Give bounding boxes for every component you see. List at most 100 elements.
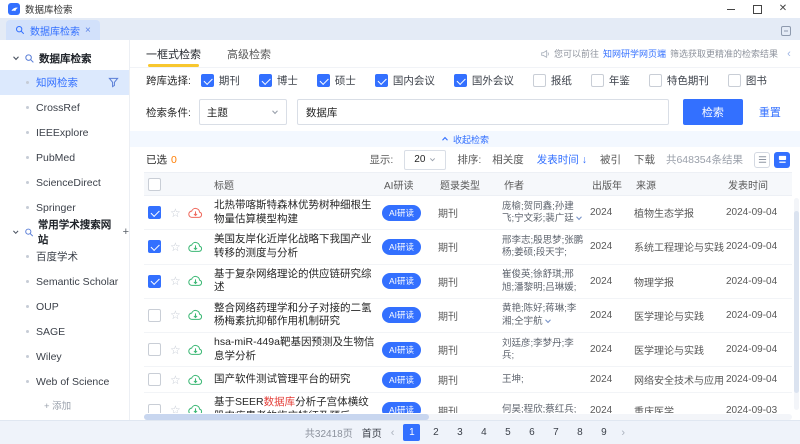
ai-read-badge[interactable]: AI研读	[382, 273, 421, 289]
ai-read-badge[interactable]: AI研读	[382, 372, 421, 388]
ai-read-badge[interactable]: AI研读	[382, 205, 421, 221]
ai-read-badge[interactable]: AI研读	[382, 402, 421, 413]
ai-read-badge[interactable]: AI研读	[382, 342, 421, 358]
close-window-icon[interactable]: ✕	[778, 4, 788, 14]
row-title[interactable]: 整合网络药理学和分子对接的二氢杨梅素抗抑郁作用机制研究	[212, 299, 382, 332]
sidebar-item-pubmed[interactable]: PubMed	[0, 145, 129, 170]
sidebar-item-ieeexplore[interactable]: IEEExplore	[0, 120, 129, 145]
page-button-6[interactable]: 6	[523, 424, 540, 441]
filter-特色期刊[interactable]: 特色期刊	[649, 73, 709, 88]
collapse-right-panel-icon[interactable]: ‹	[782, 44, 796, 64]
page-button-2[interactable]: 2	[427, 424, 444, 441]
filter-icon[interactable]	[108, 77, 119, 88]
sidebar-item-sciencedirect[interactable]: ScienceDirect	[0, 170, 129, 195]
filter-报纸[interactable]: 报纸	[533, 73, 572, 88]
sidebar-add-button[interactable]: + 添加	[0, 394, 129, 416]
cnki-web-link[interactable]: 知网研学网页端	[603, 47, 666, 60]
tab-advanced-search[interactable]: 高级检索	[227, 40, 271, 68]
checkbox[interactable]	[375, 74, 388, 87]
star-icon[interactable]: ☆	[170, 240, 181, 254]
download-cloud-icon[interactable]	[188, 374, 203, 386]
filter-期刊[interactable]: 期刊	[201, 73, 240, 88]
page-button-3[interactable]: 3	[451, 424, 468, 441]
tab-close-icon[interactable]: ×	[85, 25, 91, 36]
filter-国外会议[interactable]: 国外会议	[454, 73, 514, 88]
filter-年鉴[interactable]: 年鉴	[591, 73, 630, 88]
download-cloud-icon[interactable]	[188, 275, 203, 287]
row-checkbox[interactable]	[148, 373, 161, 386]
sidebar-item-wiley[interactable]: Wiley	[0, 344, 129, 369]
download-cloud-icon[interactable]	[188, 309, 203, 321]
checkbox[interactable]	[259, 74, 272, 87]
card-view-icon[interactable]	[774, 152, 790, 168]
select-all-checkbox[interactable]	[148, 178, 161, 191]
sort-option-相关度[interactable]: 相关度	[492, 152, 524, 167]
row-title[interactable]: 基于复杂网络理论的供应链研究综述	[212, 265, 382, 298]
page-button-7[interactable]: 7	[547, 424, 564, 441]
sidebar-item-oup[interactable]: OUP	[0, 294, 129, 319]
download-cloud-icon[interactable]	[188, 344, 203, 356]
row-checkbox[interactable]	[148, 309, 161, 322]
row-checkbox[interactable]	[148, 404, 161, 413]
row-checkbox[interactable]	[148, 343, 161, 356]
star-icon[interactable]: ☆	[170, 373, 181, 387]
checkbox[interactable]	[591, 74, 604, 87]
search-button[interactable]: 检索	[683, 99, 743, 125]
checkbox[interactable]	[728, 74, 741, 87]
row-title[interactable]: 北热带喀斯特森林优势树种细根生物量估算模型构建	[212, 196, 382, 229]
vertical-scrollbar[interactable]	[794, 198, 799, 410]
filter-硕士[interactable]: 硕士	[317, 73, 356, 88]
maximize-icon[interactable]	[752, 4, 762, 14]
download-cloud-icon[interactable]	[188, 241, 203, 253]
page-button-5[interactable]: 5	[499, 424, 516, 441]
sidebar-item-springer[interactable]: Springer	[0, 195, 129, 220]
field-select[interactable]: 主题	[199, 99, 287, 125]
expand-authors-icon[interactable]	[544, 317, 552, 325]
checkbox[interactable]	[201, 74, 214, 87]
sort-option-被引[interactable]: 被引	[600, 152, 621, 167]
download-cloud-icon[interactable]	[188, 207, 203, 219]
page-button-9[interactable]: 9	[595, 424, 612, 441]
filter-国内会议[interactable]: 国内会议	[375, 73, 435, 88]
sidebar-item-semantic-scholar[interactable]: Semantic Scholar	[0, 269, 129, 294]
filter-博士[interactable]: 博士	[259, 73, 298, 88]
download-cloud-icon[interactable]	[188, 404, 203, 413]
sort-option-下载[interactable]: 下载	[634, 152, 655, 167]
first-page-button[interactable]: 首页	[362, 425, 382, 440]
add-site-icon[interactable]: +	[123, 226, 129, 238]
row-title[interactable]: 美国友岸化近岸化战略下我国产业转移的测度与分析	[212, 230, 382, 263]
horizontal-scrollbar[interactable]	[144, 414, 792, 420]
filter-图书[interactable]: 图书	[728, 73, 767, 88]
tab-one-box-search[interactable]: 一框式检索	[146, 40, 201, 68]
sidebar-section-header[interactable]: 常用学术搜索网站+	[0, 220, 129, 244]
sidebar-section-header[interactable]: 数据库检索	[0, 46, 129, 70]
minimize-icon[interactable]	[726, 4, 736, 14]
sidebar-item-知网检索[interactable]: 知网检索	[0, 70, 129, 95]
next-page-icon[interactable]: ›	[621, 427, 625, 439]
row-checkbox[interactable]	[148, 206, 161, 219]
tab-list-icon[interactable]	[780, 25, 792, 37]
sidebar-item-crossref[interactable]: CrossRef	[0, 95, 129, 120]
expand-authors-icon[interactable]	[575, 214, 583, 222]
page-button-8[interactable]: 8	[571, 424, 588, 441]
checkbox[interactable]	[649, 74, 662, 87]
ai-read-badge[interactable]: AI研读	[382, 307, 421, 323]
page-button-4[interactable]: 4	[475, 424, 492, 441]
tab-database-search[interactable]: 数据库检索 ×	[6, 20, 100, 40]
star-icon[interactable]: ☆	[170, 206, 181, 220]
row-title[interactable]: hsa-miR-449a靶基因预测及生物信息学分析	[212, 333, 382, 366]
sort-option-发表时间[interactable]: 发表时间 ↓	[537, 152, 587, 167]
star-icon[interactable]: ☆	[170, 308, 181, 322]
sidebar-item-web-of-science[interactable]: Web of Science	[0, 369, 129, 394]
list-view-icon[interactable]	[754, 152, 770, 168]
reset-button[interactable]: 重置	[759, 104, 781, 120]
sidebar-item-百度学术[interactable]: 百度学术	[0, 244, 129, 269]
checkbox[interactable]	[533, 74, 546, 87]
ai-read-badge[interactable]: AI研读	[382, 239, 421, 255]
collapse-search-bar[interactable]: 收起检索	[130, 131, 800, 147]
checkbox[interactable]	[317, 74, 330, 87]
checkbox[interactable]	[454, 74, 467, 87]
row-checkbox[interactable]	[148, 240, 161, 253]
row-checkbox[interactable]	[148, 275, 161, 288]
row-title[interactable]: 国产软件测试管理平台的研究	[212, 370, 382, 390]
